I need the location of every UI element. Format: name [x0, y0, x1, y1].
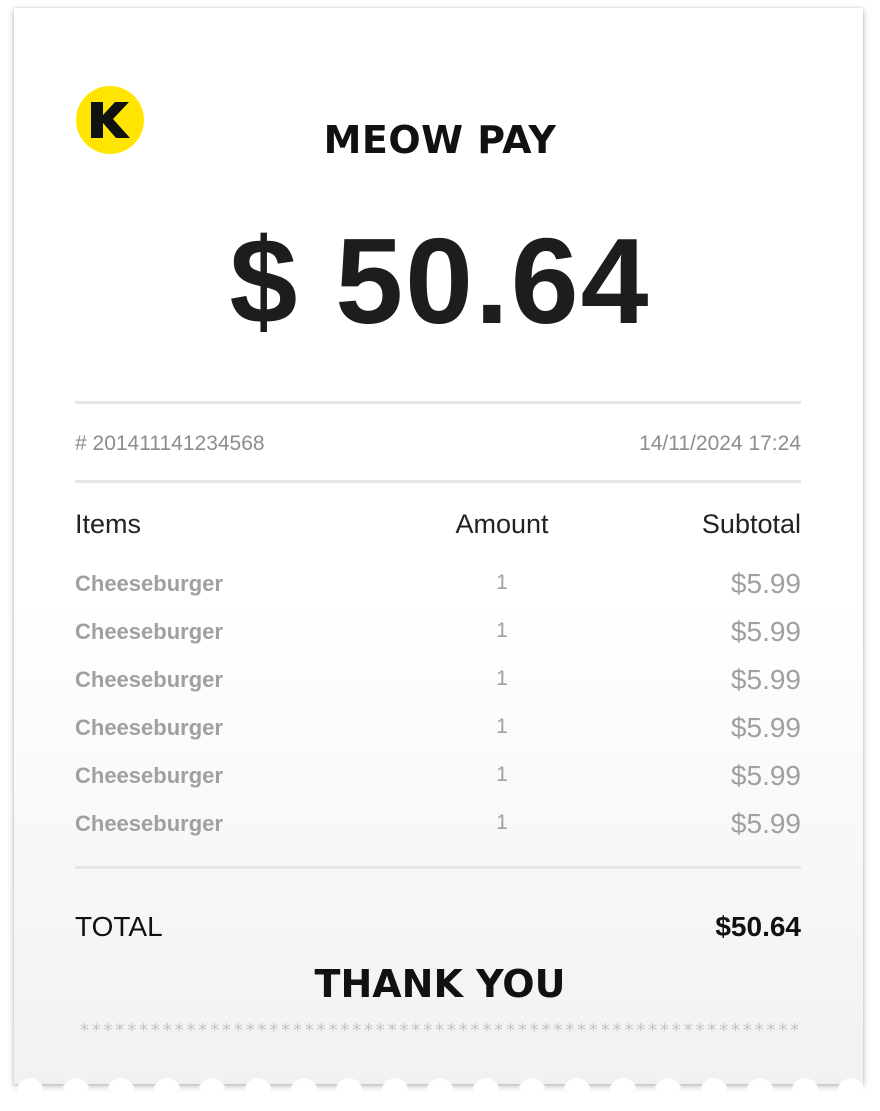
- item-name: Cheeseburger: [75, 763, 223, 788]
- scallop: [61, 1078, 90, 1092]
- transaction-id: # 201411141234568: [75, 432, 265, 455]
- scallop: [426, 1078, 455, 1092]
- item-subtotal: $5.99: [730, 760, 801, 791]
- scallop: [517, 8, 546, 19]
- scallop: [198, 8, 227, 19]
- scallop: [16, 1078, 44, 1092]
- item-name: Cheeseburger: [75, 715, 223, 740]
- scallop: [244, 1078, 272, 1092]
- item-amount: 1: [496, 619, 508, 642]
- divider: [75, 480, 801, 483]
- scallop: [380, 1078, 409, 1092]
- scallop: [426, 8, 455, 19]
- scallop: [289, 8, 318, 19]
- transaction-datetime: 14/11/2024 17:24: [639, 432, 801, 455]
- item-amount: 1: [496, 811, 508, 834]
- scallop: [654, 8, 683, 19]
- scallop: [700, 1078, 728, 1092]
- scallop: [152, 8, 181, 19]
- scallop: [563, 8, 592, 19]
- scallop: [608, 1078, 637, 1092]
- table-row: Cheeseburger 1 $5.99: [0, 568, 880, 616]
- item-amount: 1: [496, 715, 508, 738]
- scallop: [472, 1078, 500, 1092]
- scallop: [289, 1078, 318, 1092]
- item-subtotal: $5.99: [730, 712, 801, 743]
- column-header-items: Items: [75, 509, 142, 539]
- total-label: TOTAL: [75, 911, 163, 942]
- scallop: [16, 8, 44, 19]
- scallop: [244, 8, 272, 19]
- item-subtotal: $5.99: [730, 664, 801, 695]
- item-subtotal: $5.99: [730, 616, 801, 647]
- table-row: Cheeseburger 1 $5.99: [0, 664, 880, 712]
- thank-you-message: THANK YOU: [314, 962, 566, 1006]
- brand-name: MEOW PAY: [323, 118, 557, 162]
- total-value: $50.64: [715, 911, 801, 942]
- scallop: [563, 1078, 592, 1092]
- column-header-amount: Amount: [455, 509, 549, 539]
- star-divider: ****************************************…: [79, 1020, 801, 1041]
- table-row: Cheeseburger 1 $5.99: [0, 760, 880, 808]
- table-row: Cheeseburger 1 $5.99: [0, 712, 880, 760]
- scallop: [791, 1078, 820, 1092]
- item-subtotal: $5.99: [730, 568, 801, 599]
- item-name: Cheeseburger: [75, 571, 223, 596]
- item-amount: 1: [496, 763, 508, 786]
- scallop: [745, 8, 774, 19]
- items-list: Cheeseburger 1 $5.99 Cheeseburger 1 $5.9…: [0, 568, 880, 856]
- receipt-top-edge: [14, 8, 863, 22]
- scallop: [335, 1078, 364, 1092]
- scallop: [654, 1078, 683, 1092]
- divider: [75, 401, 801, 404]
- scallop: [791, 8, 820, 19]
- scallop: [61, 8, 90, 19]
- scallop: [107, 8, 136, 19]
- scallop: [472, 8, 500, 19]
- scallop: [836, 8, 863, 19]
- scallop: [836, 1078, 863, 1092]
- table-row: Cheeseburger 1 $5.99: [0, 616, 880, 664]
- total-amount-display: $ 50.64: [229, 213, 651, 349]
- receipt-bottom-edge: [14, 1072, 863, 1092]
- item-amount: 1: [496, 667, 508, 690]
- column-header-subtotal: Subtotal: [701, 509, 801, 539]
- item-amount: 1: [496, 571, 508, 594]
- scallop: [608, 8, 637, 19]
- scallop: [517, 1078, 546, 1092]
- scallop: [198, 1078, 227, 1092]
- item-name: Cheeseburger: [75, 619, 223, 644]
- scallop: [107, 1078, 136, 1092]
- scallop: [152, 1078, 181, 1092]
- item-name: Cheeseburger: [75, 667, 223, 692]
- divider: [75, 866, 801, 869]
- scallop: [700, 8, 728, 19]
- item-subtotal: $5.99: [730, 808, 801, 839]
- scallop: [335, 8, 364, 19]
- scallop: [380, 8, 409, 19]
- table-row: Cheeseburger 1 $5.99: [0, 808, 880, 856]
- scallop: [745, 1078, 774, 1092]
- item-name: Cheeseburger: [75, 811, 223, 836]
